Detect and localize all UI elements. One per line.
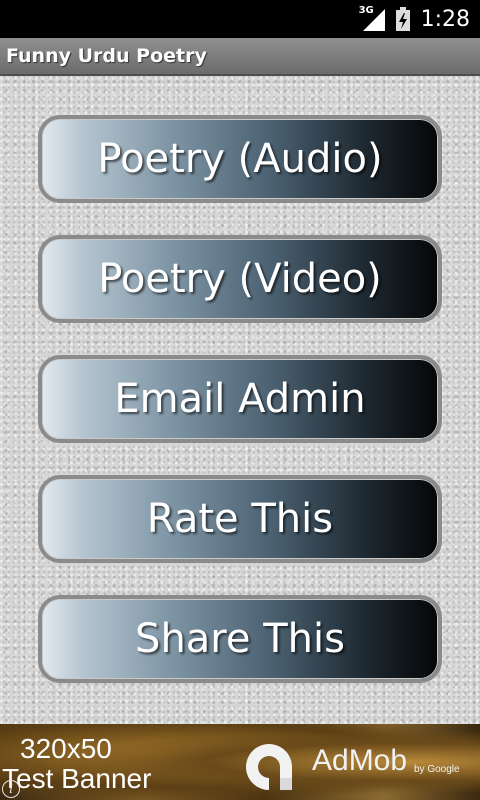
ad-text: 320x50 Test Banner bbox=[0, 724, 200, 800]
status-bar: 3G 1:28 bbox=[0, 0, 480, 38]
menu-panel: Poetry (Audio) Poetry (Video) Email Admi… bbox=[0, 76, 480, 724]
rate-this-button[interactable]: Rate This bbox=[38, 475, 442, 563]
app-title-bar: Funny Urdu Poetry bbox=[0, 38, 480, 76]
ad-test-label: Test Banner bbox=[2, 763, 152, 794]
info-icon[interactable]: i bbox=[2, 780, 20, 798]
ad-banner[interactable]: 320x50 Test Banner i AdMob by Google bbox=[0, 724, 480, 800]
signal-icon: 3G bbox=[359, 5, 385, 31]
email-admin-button[interactable]: Email Admin bbox=[38, 355, 442, 443]
clock: 1:28 bbox=[420, 6, 470, 32]
poetry-audio-button[interactable]: Poetry (Audio) bbox=[38, 115, 442, 203]
button-label: Poetry (Audio) bbox=[97, 136, 383, 182]
button-label: Poetry (Video) bbox=[98, 256, 382, 302]
button-label: Share This bbox=[135, 616, 345, 662]
ad-brand: AdMob bbox=[312, 744, 408, 777]
admob-logo-icon bbox=[246, 744, 292, 790]
button-label: Rate This bbox=[146, 496, 334, 542]
ad-size-label: 320x50 bbox=[20, 733, 112, 764]
status-icons: 3G 1:28 bbox=[359, 0, 470, 38]
app-title: Funny Urdu Poetry bbox=[6, 45, 207, 67]
battery-icon bbox=[395, 7, 410, 31]
button-label: Email Admin bbox=[114, 376, 366, 422]
share-this-button[interactable]: Share This bbox=[38, 595, 442, 683]
ad-byline: by Google bbox=[414, 764, 460, 775]
poetry-video-button[interactable]: Poetry (Video) bbox=[38, 235, 442, 323]
